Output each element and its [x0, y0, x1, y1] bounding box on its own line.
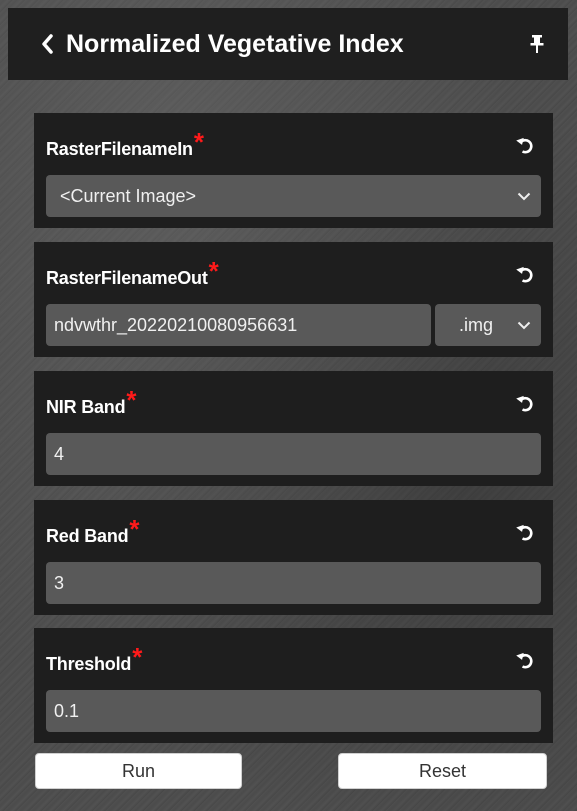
param-label: RasterFilenameIn*	[46, 127, 204, 162]
param-label-text: Threshold	[46, 653, 132, 674]
param-label: Threshold*	[46, 642, 142, 677]
page-title: Normalized Vegetative Index	[66, 29, 404, 58]
param-label-text: NIR Band	[46, 396, 126, 417]
required-marker: *	[132, 641, 143, 672]
param-label: RasterFilenameOut*	[46, 256, 219, 291]
chevron-down-icon	[517, 320, 531, 330]
raster-out-input[interactable]: ndvwthr_20220210080956631	[46, 304, 431, 346]
chevron-left-icon[interactable]	[40, 31, 58, 57]
param-raster-out: RasterFilenameOut* ndvwthr_2022021008095…	[34, 242, 553, 357]
param-label-text: RasterFilenameIn	[46, 138, 193, 159]
param-raster-in: RasterFilenameIn* <Current Image>	[34, 113, 553, 228]
undo-icon[interactable]	[515, 522, 537, 544]
title-bar: Normalized Vegetative Index	[8, 8, 568, 80]
param-nir-band: NIR Band* 4	[34, 371, 553, 486]
required-marker: *	[126, 384, 137, 415]
pin-icon[interactable]	[528, 31, 546, 57]
raster-in-select[interactable]: <Current Image>	[46, 175, 541, 217]
undo-icon[interactable]	[515, 650, 537, 672]
param-label: Red Band*	[46, 514, 140, 549]
threshold-input[interactable]: 0.1	[46, 690, 541, 732]
param-label: NIR Band*	[46, 385, 137, 420]
chevron-down-icon	[517, 191, 531, 201]
undo-icon[interactable]	[515, 393, 537, 415]
extension-select[interactable]: .img	[435, 304, 541, 346]
nir-band-input[interactable]: 4	[46, 433, 541, 475]
required-marker: *	[208, 255, 219, 286]
param-label-text: RasterFilenameOut	[46, 267, 208, 288]
undo-icon[interactable]	[515, 264, 537, 286]
red-band-input[interactable]: 3	[46, 562, 541, 604]
required-marker: *	[193, 126, 204, 157]
tool-panel: Normalized Vegetative Index RasterFilena…	[0, 0, 577, 811]
reset-button[interactable]: Reset	[338, 753, 547, 789]
param-red-band: Red Band* 3	[34, 500, 553, 615]
extension-value: .img	[459, 314, 494, 335]
param-label-text: Red Band	[46, 525, 129, 546]
run-button[interactable]: Run	[35, 753, 242, 789]
raster-in-value: <Current Image>	[60, 185, 197, 206]
required-marker: *	[129, 513, 140, 544]
param-threshold: Threshold* 0.1	[34, 628, 553, 743]
undo-icon[interactable]	[515, 135, 537, 157]
